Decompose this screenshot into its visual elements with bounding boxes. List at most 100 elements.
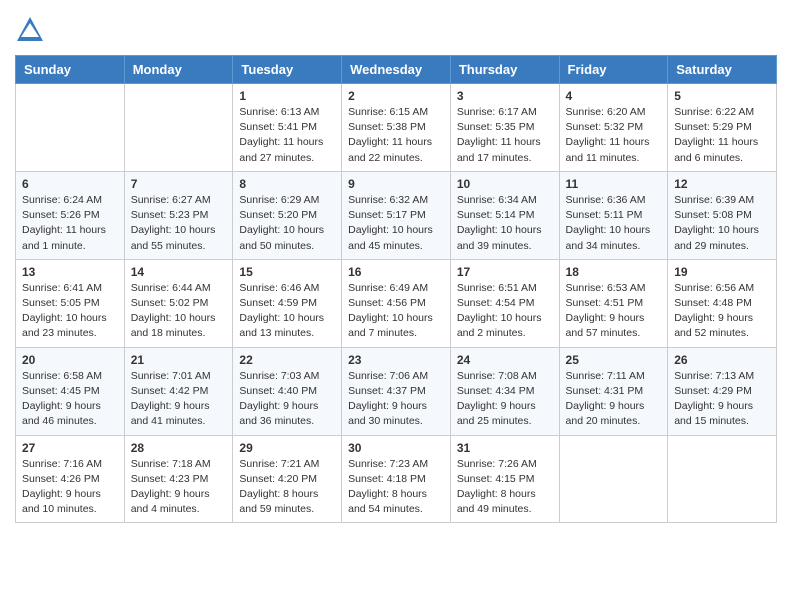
day-number: 22 xyxy=(239,353,335,367)
calendar-cell: 1 Sunrise: 6:13 AM Sunset: 5:41 PM Dayli… xyxy=(233,84,342,172)
calendar-week-row: 6 Sunrise: 6:24 AM Sunset: 5:26 PM Dayli… xyxy=(16,171,777,259)
sunrise-text: Sunrise: 6:22 AM xyxy=(674,106,754,118)
day-number: 30 xyxy=(348,441,444,455)
daylight-text: Daylight: 11 hours and 6 minutes. xyxy=(674,136,758,163)
day-number: 28 xyxy=(131,441,227,455)
sunset-text: Sunset: 5:11 PM xyxy=(566,209,643,221)
calendar-table: SundayMondayTuesdayWednesdayThursdayFrid… xyxy=(15,55,777,523)
daylight-text: Daylight: 11 hours and 11 minutes. xyxy=(566,136,650,163)
day-info: Sunrise: 6:17 AM Sunset: 5:35 PM Dayligh… xyxy=(457,105,553,166)
day-number: 25 xyxy=(566,353,662,367)
calendar-cell: 24 Sunrise: 7:08 AM Sunset: 4:34 PM Dayl… xyxy=(450,347,559,435)
sunset-text: Sunset: 5:41 PM xyxy=(239,121,317,133)
weekday-header-row: SundayMondayTuesdayWednesdayThursdayFrid… xyxy=(16,56,777,84)
calendar-cell: 23 Sunrise: 7:06 AM Sunset: 4:37 PM Dayl… xyxy=(342,347,451,435)
sunrise-text: Sunrise: 7:18 AM xyxy=(131,458,211,470)
day-info: Sunrise: 6:22 AM Sunset: 5:29 PM Dayligh… xyxy=(674,105,770,166)
daylight-text: Daylight: 10 hours and 34 minutes. xyxy=(566,224,651,251)
day-number: 1 xyxy=(239,89,335,103)
sunrise-text: Sunrise: 6:34 AM xyxy=(457,194,537,206)
calendar-week-row: 20 Sunrise: 6:58 AM Sunset: 4:45 PM Dayl… xyxy=(16,347,777,435)
daylight-text: Daylight: 9 hours and 4 minutes. xyxy=(131,488,210,515)
day-info: Sunrise: 6:20 AM Sunset: 5:32 PM Dayligh… xyxy=(566,105,662,166)
sunrise-text: Sunrise: 6:15 AM xyxy=(348,106,428,118)
daylight-text: Daylight: 11 hours and 22 minutes. xyxy=(348,136,432,163)
weekday-header: Sunday xyxy=(16,56,125,84)
calendar-cell: 31 Sunrise: 7:26 AM Sunset: 4:15 PM Dayl… xyxy=(450,435,559,523)
day-number: 27 xyxy=(22,441,118,455)
sunset-text: Sunset: 4:29 PM xyxy=(674,385,752,397)
calendar-cell: 14 Sunrise: 6:44 AM Sunset: 5:02 PM Dayl… xyxy=(124,259,233,347)
sunset-text: Sunset: 4:54 PM xyxy=(457,297,535,309)
sunset-text: Sunset: 5:17 PM xyxy=(348,209,426,221)
sunrise-text: Sunrise: 7:21 AM xyxy=(239,458,319,470)
daylight-text: Daylight: 8 hours and 54 minutes. xyxy=(348,488,427,515)
sunset-text: Sunset: 5:20 PM xyxy=(239,209,317,221)
day-info: Sunrise: 6:29 AM Sunset: 5:20 PM Dayligh… xyxy=(239,193,335,254)
daylight-text: Daylight: 11 hours and 17 minutes. xyxy=(457,136,541,163)
daylight-text: Daylight: 10 hours and 55 minutes. xyxy=(131,224,216,251)
calendar-cell: 28 Sunrise: 7:18 AM Sunset: 4:23 PM Dayl… xyxy=(124,435,233,523)
day-number: 3 xyxy=(457,89,553,103)
page-header xyxy=(15,15,777,45)
weekday-header: Friday xyxy=(559,56,668,84)
day-info: Sunrise: 7:23 AM Sunset: 4:18 PM Dayligh… xyxy=(348,457,444,518)
day-info: Sunrise: 7:18 AM Sunset: 4:23 PM Dayligh… xyxy=(131,457,227,518)
daylight-text: Daylight: 10 hours and 50 minutes. xyxy=(239,224,324,251)
sunrise-text: Sunrise: 6:27 AM xyxy=(131,194,211,206)
sunset-text: Sunset: 4:18 PM xyxy=(348,473,426,485)
calendar-cell: 7 Sunrise: 6:27 AM Sunset: 5:23 PM Dayli… xyxy=(124,171,233,259)
calendar-cell: 5 Sunrise: 6:22 AM Sunset: 5:29 PM Dayli… xyxy=(668,84,777,172)
sunset-text: Sunset: 4:20 PM xyxy=(239,473,317,485)
day-number: 6 xyxy=(22,177,118,191)
sunrise-text: Sunrise: 6:41 AM xyxy=(22,282,102,294)
sunrise-text: Sunrise: 6:56 AM xyxy=(674,282,754,294)
day-number: 23 xyxy=(348,353,444,367)
calendar-cell: 17 Sunrise: 6:51 AM Sunset: 4:54 PM Dayl… xyxy=(450,259,559,347)
day-number: 17 xyxy=(457,265,553,279)
daylight-text: Daylight: 10 hours and 23 minutes. xyxy=(22,312,107,339)
sunset-text: Sunset: 5:05 PM xyxy=(22,297,100,309)
day-info: Sunrise: 6:53 AM Sunset: 4:51 PM Dayligh… xyxy=(566,281,662,342)
calendar-cell: 20 Sunrise: 6:58 AM Sunset: 4:45 PM Dayl… xyxy=(16,347,125,435)
daylight-text: Daylight: 11 hours and 27 minutes. xyxy=(239,136,323,163)
sunrise-text: Sunrise: 6:58 AM xyxy=(22,370,102,382)
calendar-cell: 19 Sunrise: 6:56 AM Sunset: 4:48 PM Dayl… xyxy=(668,259,777,347)
sunrise-text: Sunrise: 6:51 AM xyxy=(457,282,537,294)
day-number: 11 xyxy=(566,177,662,191)
sunrise-text: Sunrise: 6:39 AM xyxy=(674,194,754,206)
day-info: Sunrise: 7:08 AM Sunset: 4:34 PM Dayligh… xyxy=(457,369,553,430)
daylight-text: Daylight: 10 hours and 39 minutes. xyxy=(457,224,542,251)
sunset-text: Sunset: 5:32 PM xyxy=(566,121,644,133)
sunset-text: Sunset: 4:23 PM xyxy=(131,473,209,485)
calendar-week-row: 1 Sunrise: 6:13 AM Sunset: 5:41 PM Dayli… xyxy=(16,84,777,172)
sunrise-text: Sunrise: 6:32 AM xyxy=(348,194,428,206)
day-number: 4 xyxy=(566,89,662,103)
sunset-text: Sunset: 4:45 PM xyxy=(22,385,100,397)
sunset-text: Sunset: 5:14 PM xyxy=(457,209,535,221)
calendar-cell: 18 Sunrise: 6:53 AM Sunset: 4:51 PM Dayl… xyxy=(559,259,668,347)
day-number: 2 xyxy=(348,89,444,103)
calendar-cell: 3 Sunrise: 6:17 AM Sunset: 5:35 PM Dayli… xyxy=(450,84,559,172)
sunrise-text: Sunrise: 7:06 AM xyxy=(348,370,428,382)
calendar-cell xyxy=(16,84,125,172)
day-info: Sunrise: 6:46 AM Sunset: 4:59 PM Dayligh… xyxy=(239,281,335,342)
calendar-week-row: 13 Sunrise: 6:41 AM Sunset: 5:05 PM Dayl… xyxy=(16,259,777,347)
sunrise-text: Sunrise: 6:49 AM xyxy=(348,282,428,294)
day-info: Sunrise: 6:36 AM Sunset: 5:11 PM Dayligh… xyxy=(566,193,662,254)
calendar-cell: 22 Sunrise: 7:03 AM Sunset: 4:40 PM Dayl… xyxy=(233,347,342,435)
day-number: 20 xyxy=(22,353,118,367)
daylight-text: Daylight: 10 hours and 29 minutes. xyxy=(674,224,759,251)
daylight-text: Daylight: 9 hours and 57 minutes. xyxy=(566,312,645,339)
sunrise-text: Sunrise: 7:08 AM xyxy=(457,370,537,382)
day-number: 16 xyxy=(348,265,444,279)
sunrise-text: Sunrise: 6:29 AM xyxy=(239,194,319,206)
calendar-cell xyxy=(668,435,777,523)
calendar-cell xyxy=(559,435,668,523)
sunrise-text: Sunrise: 6:36 AM xyxy=(566,194,646,206)
sunset-text: Sunset: 5:38 PM xyxy=(348,121,426,133)
day-number: 24 xyxy=(457,353,553,367)
sunset-text: Sunset: 4:37 PM xyxy=(348,385,426,397)
sunrise-text: Sunrise: 7:16 AM xyxy=(22,458,102,470)
sunset-text: Sunset: 4:31 PM xyxy=(566,385,644,397)
